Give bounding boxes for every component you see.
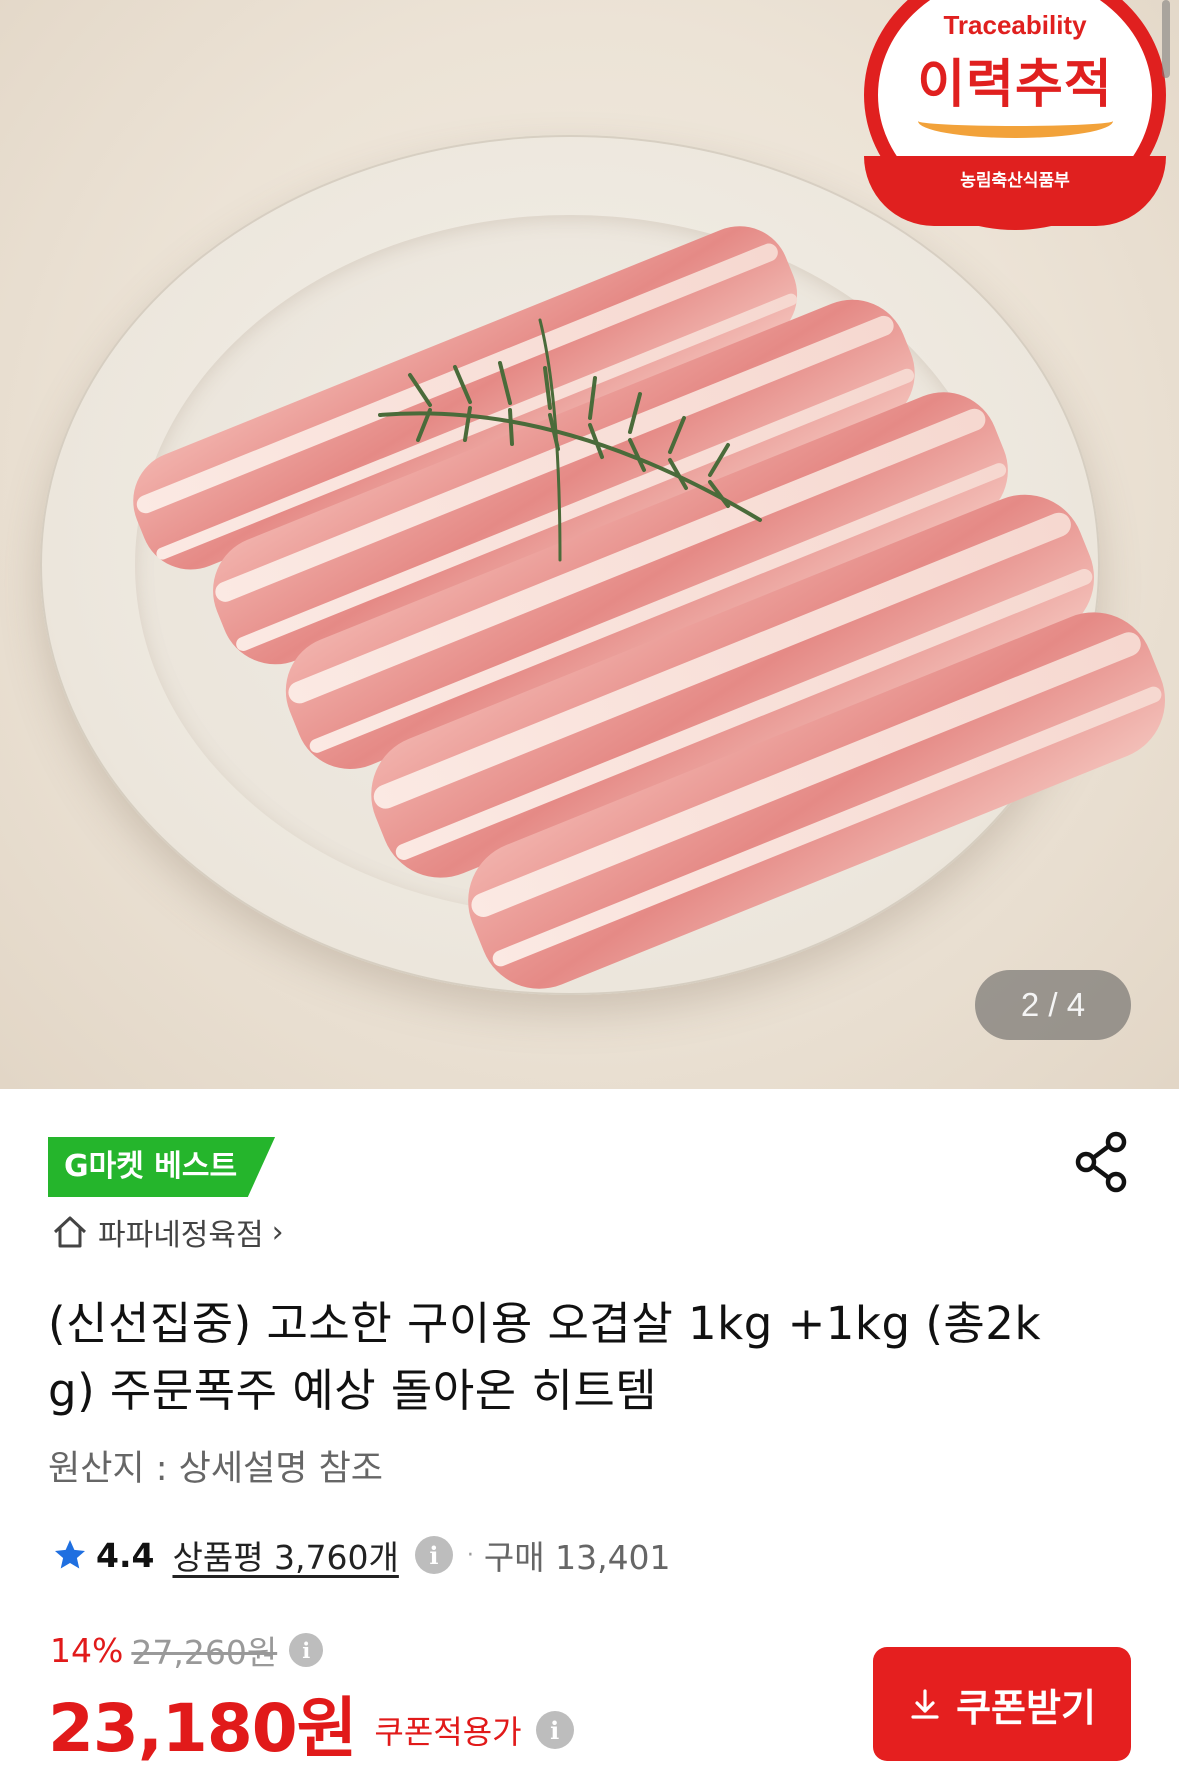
- coupon-label: 쿠폰받기: [956, 1687, 1096, 1730]
- review-count-link[interactable]: 상품평 3,760개: [172, 1531, 398, 1579]
- image-pager: 2 / 4: [975, 970, 1131, 1040]
- info-icon[interactable]: i: [289, 1633, 324, 1667]
- badge-traceability-en: Traceability: [943, 10, 1087, 40]
- scrollbar[interactable]: [1162, 0, 1170, 78]
- info-icon[interactable]: i: [535, 1711, 574, 1749]
- price-row: 23,180원 쿠폰적용가 i: [48, 1683, 574, 1767]
- info-icon[interactable]: i: [414, 1536, 453, 1574]
- gmarket-best-badge: G마켓 베스트: [48, 1137, 276, 1197]
- download-icon: [911, 1689, 939, 1719]
- badge-swoosh: [918, 104, 1113, 138]
- star-icon: [55, 1540, 85, 1569]
- discount-percent: 14%: [50, 1630, 124, 1670]
- traceability-badge: Traceability 이력추적 농림축산식품부: [864, 0, 1166, 230]
- purchase-count: 구매 13,401: [483, 1538, 671, 1577]
- product-image-carousel[interactable]: Traceability 이력추적 농림축산식품부 2 / 4: [0, 0, 1179, 1089]
- store-link[interactable]: 파파네정육점 ›: [50, 1210, 284, 1254]
- store-name: 파파네정육점: [98, 1218, 264, 1253]
- chevron-right-icon: ›: [271, 1214, 284, 1250]
- share-icon: [1075, 1131, 1127, 1193]
- product-origin: 원산지 : 상세설명 참조: [48, 1449, 383, 1489]
- share-button[interactable]: [1072, 1130, 1132, 1194]
- discount-row: 14% 27,260원 i: [50, 1627, 324, 1673]
- home-icon: [53, 1216, 87, 1248]
- rating-row: 4.4 상품평 3,760개 i · 구매 13,401: [52, 1527, 671, 1583]
- separator-dot: ·: [466, 1542, 474, 1568]
- sale-price: 23,180원: [48, 1690, 357, 1767]
- badge-ministry: 농림축산식품부: [960, 171, 1070, 191]
- original-price: 27,260원: [131, 1633, 278, 1672]
- coupon-price-label: 쿠폰적용가: [374, 1713, 522, 1751]
- product-title: (신선집중) 고소한 구이용 오겹살 1kg +1kg (총2kg) 주문폭주 …: [48, 1297, 1041, 1417]
- coupon-download-button[interactable]: 쿠폰받기: [873, 1647, 1131, 1761]
- rating-score: 4.4: [96, 1535, 155, 1575]
